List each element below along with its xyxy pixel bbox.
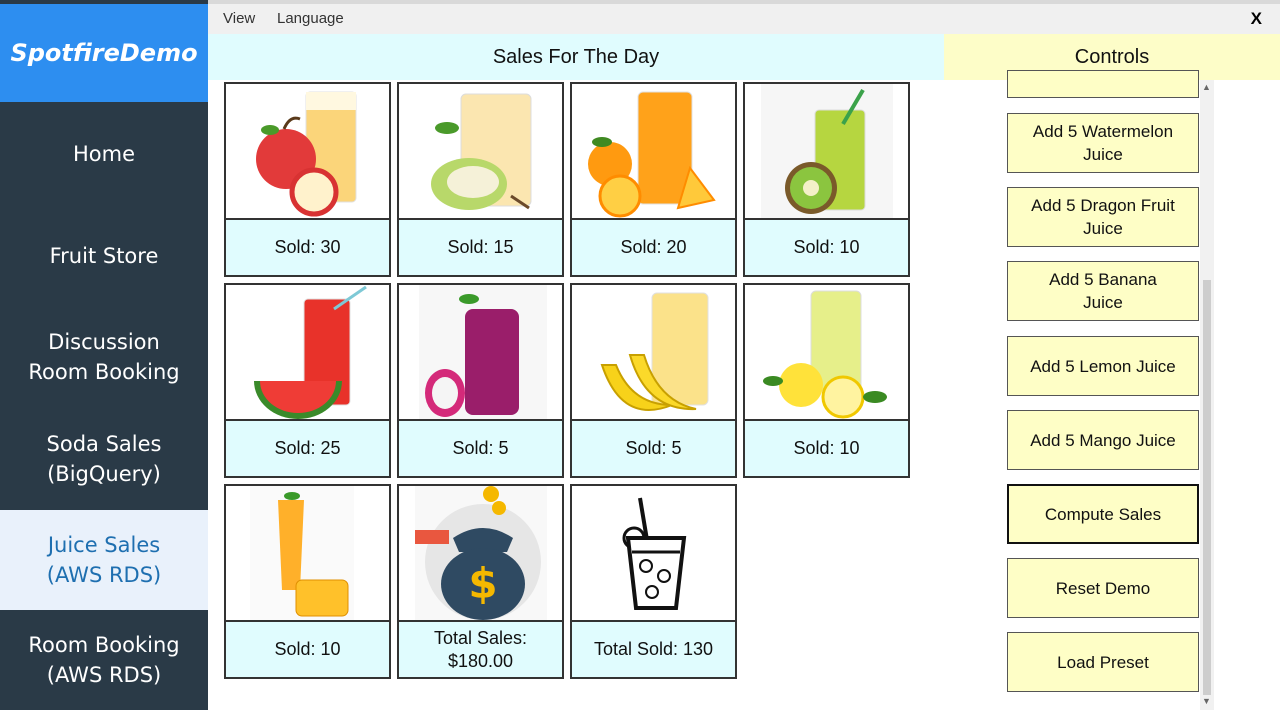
- tile-kiwi-juice: Sold: 10: [743, 82, 910, 277]
- close-icon[interactable]: X: [1251, 9, 1262, 29]
- tile-sold-label: Sold: 15: [399, 218, 562, 275]
- tile-sold-label: Sold: 5: [399, 419, 562, 476]
- tile-total-sold-label: Total Sold: 130: [572, 620, 735, 677]
- sidebar-item-label: Fruit Store: [49, 244, 159, 268]
- tile-pear-juice: Sold: 15: [397, 82, 564, 277]
- dragon-fruit-juice-image: [399, 285, 562, 419]
- compute-sales-button[interactable]: Compute Sales: [1007, 484, 1199, 544]
- scroll-down-icon[interactable]: ▼: [1202, 696, 1211, 706]
- button-label: Add 5 Mango Juice: [1030, 430, 1176, 450]
- sidebar-item-label: Discussion Room Booking: [28, 330, 180, 384]
- tile-sold-label: Sold: 25: [226, 419, 389, 476]
- tile-sold-label: Sold: 10: [745, 419, 908, 476]
- load-preset-button[interactable]: Load Preset: [1007, 632, 1199, 692]
- menu-language[interactable]: Language: [277, 10, 344, 27]
- tile-mango-juice: Sold: 10: [224, 484, 391, 679]
- lemon-juice-image: [745, 285, 908, 419]
- brand-title: SpotfireDemo: [0, 4, 208, 102]
- sidebar-item-fruit-store[interactable]: Fruit Store: [0, 206, 208, 306]
- tile-lemon-juice: Sold: 10: [743, 283, 910, 478]
- tile-sold-label: Sold: 30: [226, 218, 389, 275]
- sidebar-item-room-booking[interactable]: Room Booking (AWS RDS): [0, 610, 208, 710]
- sidebar-item-juice-sales[interactable]: Juice Sales (AWS RDS): [0, 510, 208, 610]
- button-label: Load Preset: [1057, 652, 1149, 672]
- tile-total-sold: Total Sold: 130: [570, 484, 737, 679]
- sidebar-item-label: Room Booking (AWS RDS): [28, 633, 180, 687]
- add-dragon-fruit-juice-button[interactable]: Add 5 Dragon Fruit Juice: [1007, 187, 1199, 247]
- tile-total-sales: $ Total Sales: $180.00: [397, 484, 564, 679]
- sidebar-item-label: Soda Sales (BigQuery): [46, 432, 162, 486]
- pear-juice-image: [399, 84, 562, 218]
- watermelon-juice-image: [226, 285, 389, 419]
- tile-orange-juice: Sold: 20: [570, 82, 737, 277]
- add-banana-juice-button[interactable]: Add 5 Banana Juice: [1007, 261, 1199, 321]
- scroll-up-icon[interactable]: ▲: [1202, 82, 1211, 92]
- tile-sold-label: Sold: 10: [745, 218, 908, 275]
- juice-glass-icon: [572, 486, 735, 620]
- button-label: Add 5 Dragon Fruit Juice: [1031, 196, 1175, 238]
- svg-text:$: $: [468, 559, 497, 608]
- kiwi-juice-image: [745, 84, 908, 218]
- menu-bar: View Language X: [208, 4, 1280, 34]
- sidebar-item-soda-sales[interactable]: Soda Sales (BigQuery): [0, 408, 208, 510]
- tile-sold-label: Sold: 20: [572, 218, 735, 275]
- sidebar: SpotfireDemo Home Fruit Store Discussion…: [0, 0, 208, 710]
- sidebar-item-label: Home: [72, 142, 135, 166]
- sales-header: Sales For The Day: [208, 34, 944, 80]
- scroll-thumb[interactable]: [1203, 280, 1211, 695]
- menu-view[interactable]: View: [223, 10, 255, 27]
- reset-demo-button[interactable]: Reset Demo: [1007, 558, 1199, 618]
- sidebar-item-discussion-room-booking[interactable]: Discussion Room Booking: [0, 306, 208, 408]
- banana-juice-image: [572, 285, 735, 419]
- tile-sold-label: Sold: 10: [226, 620, 389, 677]
- sidebar-item-label: Juice Sales (AWS RDS): [46, 533, 162, 587]
- button-label: Compute Sales: [1044, 504, 1162, 524]
- button-label: Add 5 Banana Juice: [1049, 270, 1157, 312]
- add-watermelon-juice-button[interactable]: Add 5 Watermelon Juice: [1007, 113, 1199, 173]
- button-label: Reset Demo: [1055, 578, 1151, 598]
- apple-juice-image: [226, 84, 389, 218]
- orange-juice-image: [572, 84, 735, 218]
- tile-total-sales-label: Total Sales: $180.00: [399, 620, 562, 677]
- tile-sold-label: Sold: 5: [572, 419, 735, 476]
- tile-dragon-fruit-juice: Sold: 5: [397, 283, 564, 478]
- control-button-partial[interactable]: [1007, 70, 1199, 98]
- add-mango-juice-button[interactable]: Add 5 Mango Juice: [1007, 410, 1199, 470]
- money-bag-icon: $: [399, 486, 562, 620]
- controls-scrollbar[interactable]: ▲ ▼: [1200, 80, 1214, 710]
- mango-juice-image: [226, 486, 389, 620]
- sidebar-item-home[interactable]: Home: [0, 104, 208, 204]
- tile-apple-juice: Sold: 30: [224, 82, 391, 277]
- tile-watermelon-juice: Sold: 25: [224, 283, 391, 478]
- button-label: Add 5 Watermelon Juice: [1032, 122, 1174, 164]
- button-label: Add 5 Lemon Juice: [1030, 356, 1176, 376]
- tile-banana-juice: Sold: 5: [570, 283, 737, 478]
- add-lemon-juice-button[interactable]: Add 5 Lemon Juice: [1007, 336, 1199, 396]
